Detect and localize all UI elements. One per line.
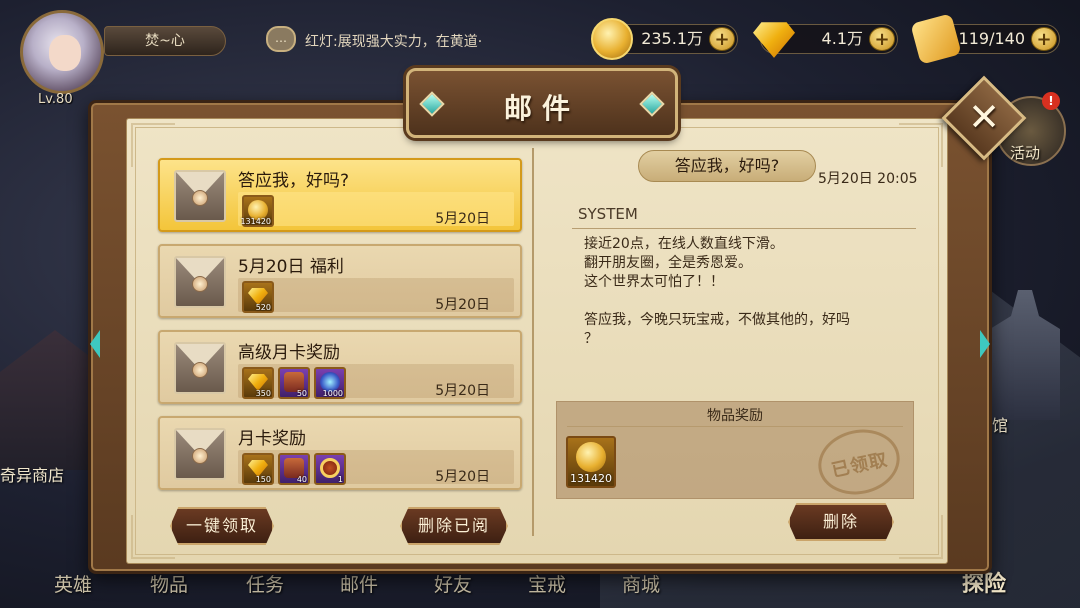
stamina-value: 119/140 xyxy=(958,29,1025,48)
reward-item[interactable]: 1000 xyxy=(314,367,346,399)
reward-box-divider xyxy=(567,426,903,427)
detail-title: 答应我，好吗? xyxy=(638,150,816,182)
player-level: Lv.80 xyxy=(38,92,73,107)
gem-icon xyxy=(753,22,795,58)
body-line: 答应我，今晚只玩宝戒，不做其他的，好吗 xyxy=(584,312,850,328)
nav-items[interactable]: 物品 xyxy=(150,570,188,597)
add-stamina-button[interactable]: + xyxy=(1031,27,1057,51)
player-avatar[interactable] xyxy=(20,10,104,94)
reward-qty: 350 xyxy=(255,389,271,398)
reward-qty: 40 xyxy=(296,475,307,484)
mail-item-title: 月卡奖励 xyxy=(238,429,306,449)
nav-mail[interactable]: 邮件 xyxy=(340,570,378,597)
sender-divider xyxy=(572,228,916,229)
envelope-icon xyxy=(174,342,226,394)
panel-divider xyxy=(532,148,534,536)
gold-value: 235.1万 xyxy=(641,29,703,48)
add-gold-button[interactable]: + xyxy=(709,27,735,51)
mail-item[interactable]: 月卡奖励 150 40 1 5月20日 xyxy=(158,416,522,490)
avatar-face xyxy=(49,35,81,71)
event-label: 活动 xyxy=(1010,144,1041,162)
mail-title-plate: 邮件 xyxy=(406,68,678,138)
reward-item[interactable]: 1 xyxy=(314,453,346,485)
corner-ornament xyxy=(131,515,175,559)
reward-qty: 1 xyxy=(337,475,343,484)
body-line: ？ xyxy=(584,331,598,347)
reward-box-title: 物品奖励 xyxy=(707,408,763,424)
nav-quests[interactable]: 任务 xyxy=(246,570,284,597)
body-line: 这个世界太可怕了！！ xyxy=(584,274,724,290)
reward-item[interactable]: 520 xyxy=(242,281,274,313)
stamina-counter: 119/140 + xyxy=(910,13,1060,65)
gold-coin-icon xyxy=(576,442,606,472)
claimed-stamp-text: 已领取 xyxy=(829,449,890,482)
delete-read-button[interactable]: 删除已阅 xyxy=(400,507,508,545)
reward-qty: 131420 xyxy=(570,472,612,485)
mail-item[interactable]: 答应我，好吗? 131420 5月20日 xyxy=(158,158,522,232)
mail-item-title: 高级月卡奖励 xyxy=(238,343,340,363)
reward-item[interactable]: 40 xyxy=(278,453,310,485)
player-name: 焚~心 xyxy=(104,26,226,56)
body-line: 翻开朋友圈，全是秀恩爱。 xyxy=(584,255,752,271)
envelope-icon xyxy=(174,256,226,308)
delete-button[interactable]: 删除 xyxy=(788,503,894,541)
mail-item[interactable]: 5月20日 福利 520 5月20日 xyxy=(158,244,522,318)
envelope-icon xyxy=(174,428,226,480)
add-gem-button[interactable]: + xyxy=(869,27,895,51)
gem-value: 4.1万 xyxy=(821,29,863,48)
claim-all-button[interactable]: 一键领取 xyxy=(170,507,274,545)
chat-icon[interactable]: … xyxy=(266,26,296,52)
detail-sender: SYSTEM xyxy=(578,205,638,223)
reward-item[interactable]: 50 xyxy=(278,367,310,399)
reward-item[interactable]: 150 xyxy=(242,453,274,485)
mail-item[interactable]: 高级月卡奖励 350 50 1000 5月20日 xyxy=(158,330,522,404)
corner-ornament xyxy=(899,123,943,167)
body-gap xyxy=(584,292,906,311)
alert-icon: ! xyxy=(1042,92,1060,110)
close-icon[interactable]: ✕ xyxy=(954,88,1014,148)
nav-store[interactable]: 商城 xyxy=(622,570,660,597)
mail-item-date: 5月20日 xyxy=(435,469,490,485)
mail-window-title: 邮件 xyxy=(503,92,580,125)
reward-item[interactable]: 131420 xyxy=(566,436,616,488)
gem-counter: 4.1万 + xyxy=(753,22,898,58)
reward-item[interactable]: 350 xyxy=(242,367,274,399)
reward-qty: 131420 xyxy=(240,217,271,226)
reward-qty: 50 xyxy=(296,389,307,398)
shop-label[interactable]: 奇异商店 xyxy=(0,462,64,486)
detail-timestamp: 5月20日 20:05 xyxy=(818,171,918,187)
mail-item-date: 5月20日 xyxy=(435,211,490,227)
reward-qty: 1000 xyxy=(322,389,343,398)
nav-rings[interactable]: 宝戒 xyxy=(528,570,566,597)
corner-ornament xyxy=(899,515,943,559)
hall-label[interactable]: 馆 xyxy=(992,412,1008,436)
gold-counter: 235.1万 + xyxy=(591,18,738,60)
mail-item-date: 5月20日 xyxy=(435,297,490,313)
mail-item-title: 答应我，好吗? xyxy=(238,171,350,191)
stamina-icon xyxy=(910,13,962,65)
detail-body: 接近20点，在线人数直线下滑。 翻开朋友圈，全是秀恩爱。 这个世界太可怕了！！ … xyxy=(584,235,906,349)
reward-qty: 520 xyxy=(255,303,271,312)
body-line: 接近20点，在线人数直线下滑。 xyxy=(584,236,784,252)
gold-coin-icon xyxy=(591,18,633,60)
nav-friends[interactable]: 好友 xyxy=(434,570,472,597)
envelope-icon xyxy=(174,170,226,222)
mail-item-date: 5月20日 xyxy=(435,383,490,399)
chat-message[interactable]: 红灯:展现强大实力，在黄道· xyxy=(305,31,482,51)
reward-qty: 150 xyxy=(255,475,271,484)
nav-heroes[interactable]: 英雄 xyxy=(54,570,92,597)
bottom-nav: 英雄 物品 任务 邮件 好友 宝戒 商城 xyxy=(40,570,690,608)
mail-item-title: 5月20日 福利 xyxy=(238,257,344,277)
reward-item[interactable]: 131420 xyxy=(240,195,274,227)
